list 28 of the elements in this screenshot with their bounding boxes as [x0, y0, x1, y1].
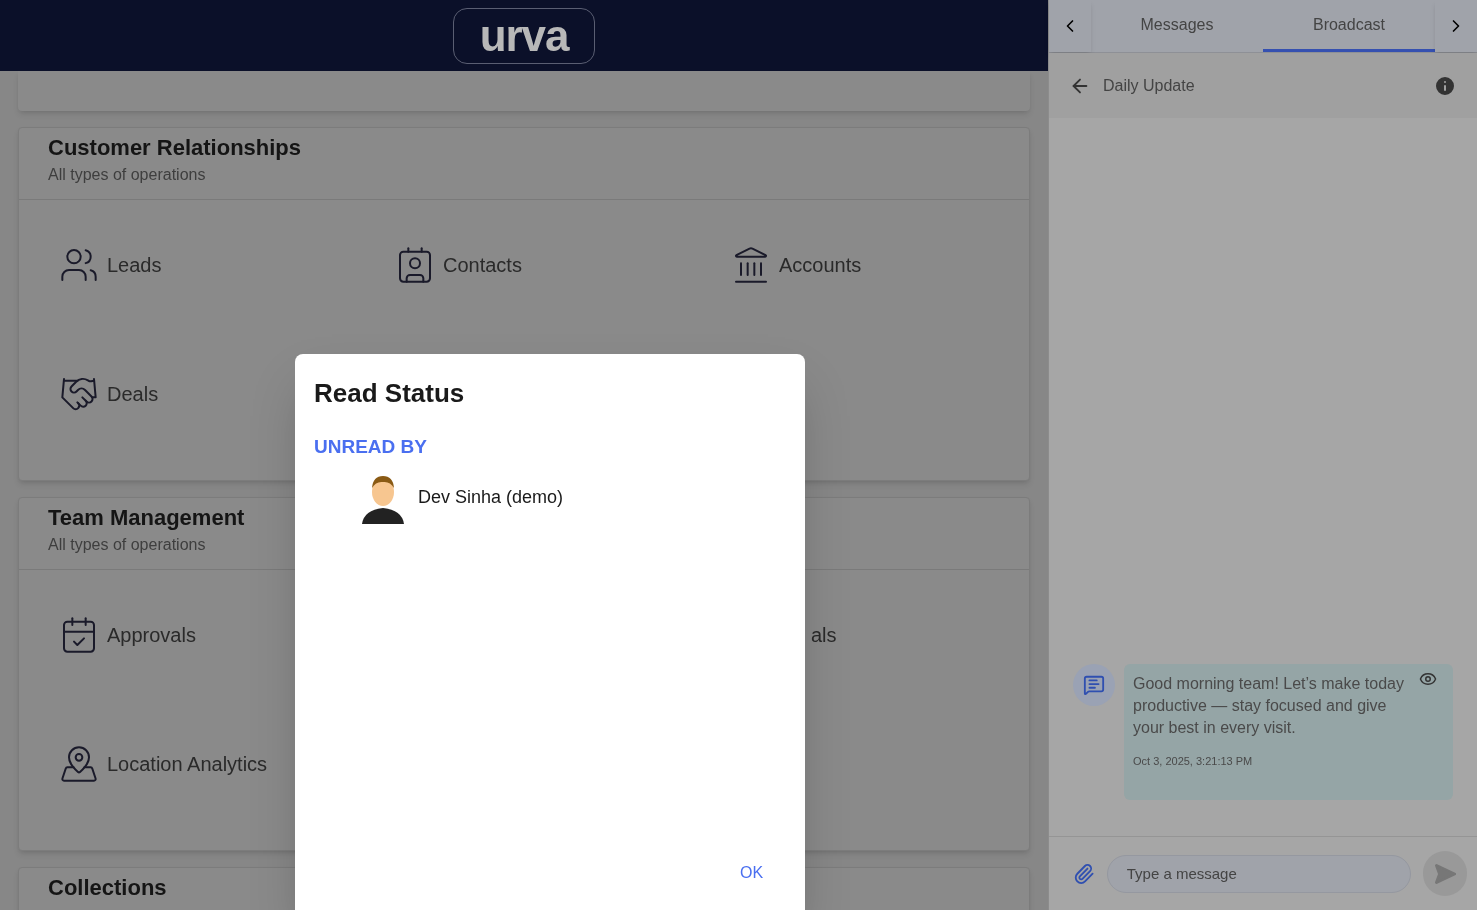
- module-label[interactable]: Deals: [107, 378, 159, 409]
- dialog-title: Read Status: [314, 377, 466, 410]
- eye-icon[interactable]: [1419, 670, 1437, 688]
- module-label[interactable]: Approvals: [107, 619, 196, 650]
- section-subtitle: All types of operations: [48, 165, 207, 185]
- section-title: Collections: [48, 874, 168, 902]
- logo: urva: [453, 7, 595, 64]
- group-label: UNREAD BY: [314, 435, 428, 459]
- send-icon: [1432, 861, 1457, 886]
- person-name: Dev Sinha (demo): [418, 486, 564, 509]
- module-label[interactable]: Location Analytics: [107, 748, 268, 779]
- message-time: Oct 3, 2025, 3:21:13 PM: [1133, 754, 1254, 769]
- section-title: Customer Relationships: [48, 134, 303, 162]
- module-label[interactable]: Accounts: [779, 249, 862, 280]
- chat-tab[interactable]: Messages: [1091, 0, 1263, 52]
- message-text: Good morning team! Let’s make today productive — stay focused and give your best in every visit.: [1133, 674, 1405, 738]
- module-label[interactable]: Leads: [107, 249, 162, 280]
- send-button[interactable]: [1422, 851, 1467, 896]
- module-label[interactable]: Contacts: [443, 249, 522, 280]
- ok-button[interactable]: OK: [731, 857, 773, 889]
- module-label[interactable]: als: [811, 619, 837, 650]
- section-title: Team Management: [48, 504, 246, 532]
- conversation-title: Daily Update: [1103, 75, 1195, 96]
- map-pin-icon: [59, 743, 99, 784]
- section-subtitle: All types of operations: [48, 535, 207, 555]
- attach-icon[interactable]: [1073, 862, 1095, 885]
- message-input[interactable]: Type a message: [1106, 854, 1411, 893]
- chat-icon: [1083, 674, 1105, 696]
